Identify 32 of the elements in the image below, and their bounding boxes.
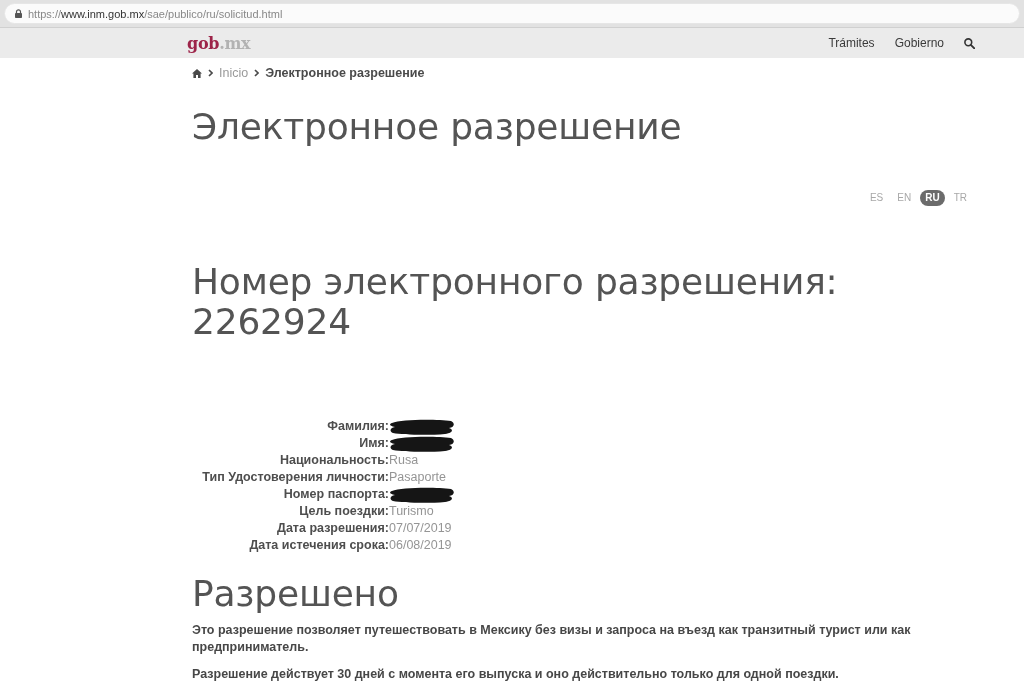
- home-icon[interactable]: [192, 68, 202, 78]
- permit-number-heading: Номер электронного разрешения: 2262924: [192, 262, 839, 342]
- search-icon: [964, 37, 975, 49]
- field-label: Номер паспорта:: [282, 486, 389, 503]
- breadcrumb-link[interactable]: Inicio: [219, 66, 249, 80]
- language-link[interactable]: RU: [920, 190, 945, 206]
- lock-icon: [15, 9, 22, 18]
- field-label: Цель поездки:: [298, 503, 389, 520]
- field-label: Национальность:: [278, 452, 389, 469]
- field-value: Turismo: [389, 503, 434, 520]
- field-value: Rusa: [389, 452, 419, 469]
- field-label: Дата разрешения:: [276, 520, 389, 537]
- nav-link[interactable]: Gobierno: [894, 36, 944, 50]
- field-label: Фамилия:: [326, 418, 389, 435]
- field-value: 06/08/2019: [389, 537, 452, 554]
- status-heading: Разрешено: [192, 572, 400, 616]
- site-logo[interactable]: gob.mx: [187, 33, 251, 53]
- field-value: 07/07/2019: [389, 520, 452, 537]
- field-label: Имя:: [358, 435, 389, 452]
- address-bar[interactable]: https://www.inm.gob.mx/sae/publico/ru/solicitud.html: [4, 3, 1020, 24]
- url-text: https://www.inm.gob.mx/sae/publico/ru/solicitud.html: [28, 7, 283, 20]
- page-title: Электронное разрешение: [192, 105, 683, 149]
- search-button[interactable]: [964, 37, 975, 49]
- chevron-icon: [254, 69, 260, 77]
- chevron-icon: [208, 69, 213, 77]
- field-label: Дата истечения срока:: [248, 537, 389, 554]
- breadcrumb-current: Электронное разрешение: [265, 66, 425, 80]
- status-paragraph: Разрешение действует 30 дней с момента его выпуска и оно действительно только для одной поездки.: [192, 666, 840, 683]
- field-label: Тип Удостоверения личности:: [201, 469, 389, 486]
- field-value: Pasaporte: [389, 469, 446, 486]
- nav-link[interactable]: Trámites: [828, 36, 875, 50]
- status-paragraph: Это разрешение позволяет путешествовать в Мексику без визы и запроса на въезд как транзитный турист или как предприниматель.: [192, 622, 912, 656]
